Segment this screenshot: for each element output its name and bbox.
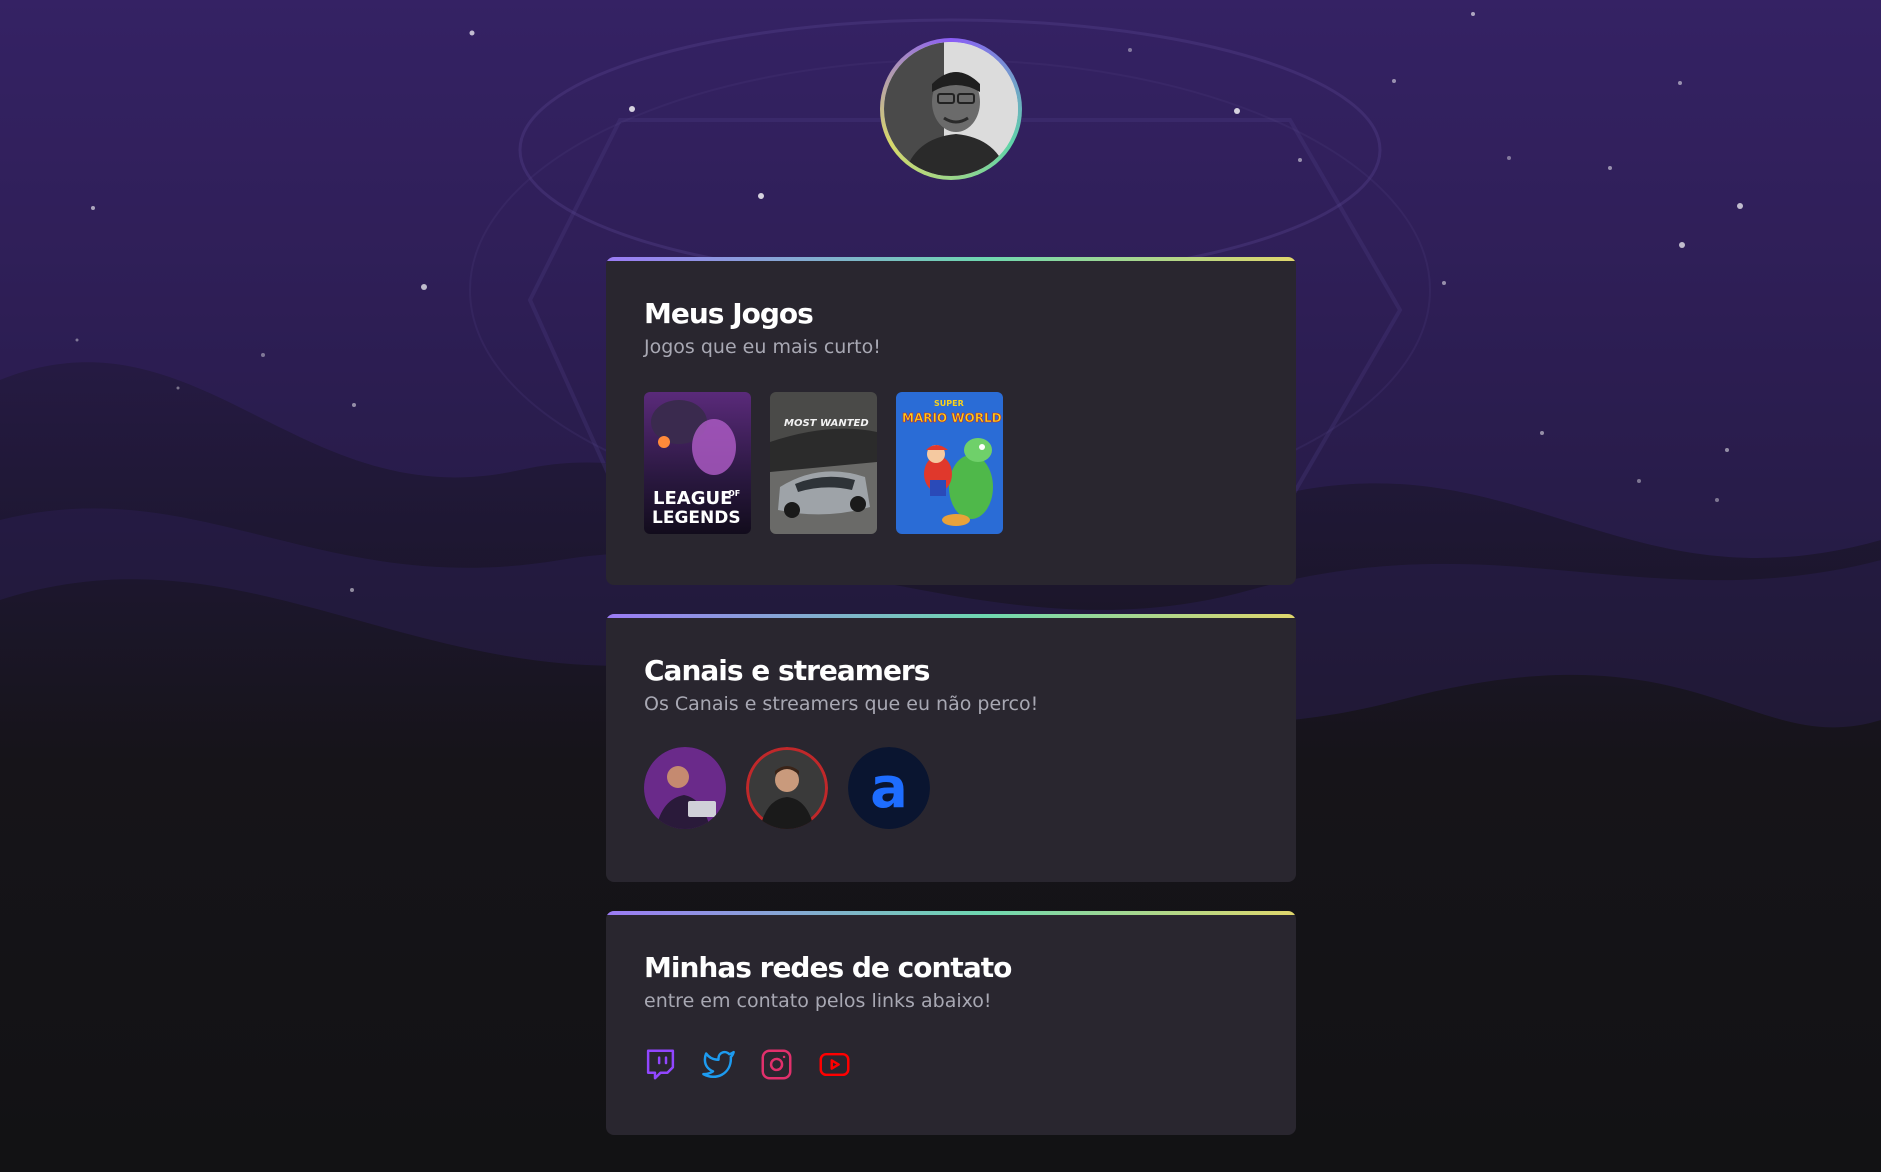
games-list: LEAGUE OF LEGENDS MOST WANTED SUPER MARI… [644, 392, 1258, 534]
twitter-icon [702, 1050, 735, 1079]
lol-logo-line2: OF [728, 489, 740, 498]
channels-card: Canais e streamers Os Canais e streamers… [606, 614, 1296, 882]
games-title: Meus Jogos [644, 297, 814, 330]
smw-logo-line1: SUPER [934, 399, 964, 408]
game-league-of-legends[interactable]: LEAGUE OF LEGENDS [644, 392, 751, 534]
twitter-link[interactable] [702, 1048, 735, 1081]
youtube-icon [819, 1052, 850, 1077]
games-card: Meus Jogos Jogos que eu mais curto! LEAG… [606, 257, 1296, 585]
channels-subtitle: Os Canais e streamers que eu não perco! [644, 693, 1039, 715]
socials-subtitle: entre em contato pelos links abaixo! [644, 990, 992, 1012]
smw-logo-line2: MARIO WORLD [902, 411, 1002, 425]
game-need-for-speed[interactable]: MOST WANTED [770, 392, 877, 534]
nfs-logo: MOST WANTED [784, 418, 869, 429]
channel-logo-3[interactable]: a [848, 747, 930, 829]
channels-list: a [644, 747, 1258, 829]
lol-logo-line3: LEGENDS [652, 508, 741, 528]
socials-card: Minhas redes de contato entre em contato… [606, 911, 1296, 1135]
instagram-icon [761, 1049, 792, 1080]
channels-title: Canais e streamers [644, 654, 930, 687]
socials-title: Minhas redes de contato [644, 951, 1012, 984]
game-super-mario-world[interactable]: SUPER MARIO WORLD [896, 392, 1003, 534]
games-subtitle: Jogos que eu mais curto! [644, 336, 881, 358]
instagram-link[interactable] [760, 1048, 793, 1081]
channel-avatar-1[interactable] [644, 747, 726, 829]
twitch-link[interactable] [644, 1048, 677, 1081]
channel-avatar-2[interactable] [746, 747, 828, 829]
lol-logo-line1: LEAGUE [653, 488, 732, 509]
youtube-link[interactable] [818, 1048, 851, 1081]
twitch-icon [646, 1049, 675, 1080]
socials-list [644, 1048, 1258, 1081]
profile-avatar [880, 38, 1022, 180]
user-avatar-icon [884, 42, 1018, 176]
channel-logo-letter: a [870, 756, 908, 821]
